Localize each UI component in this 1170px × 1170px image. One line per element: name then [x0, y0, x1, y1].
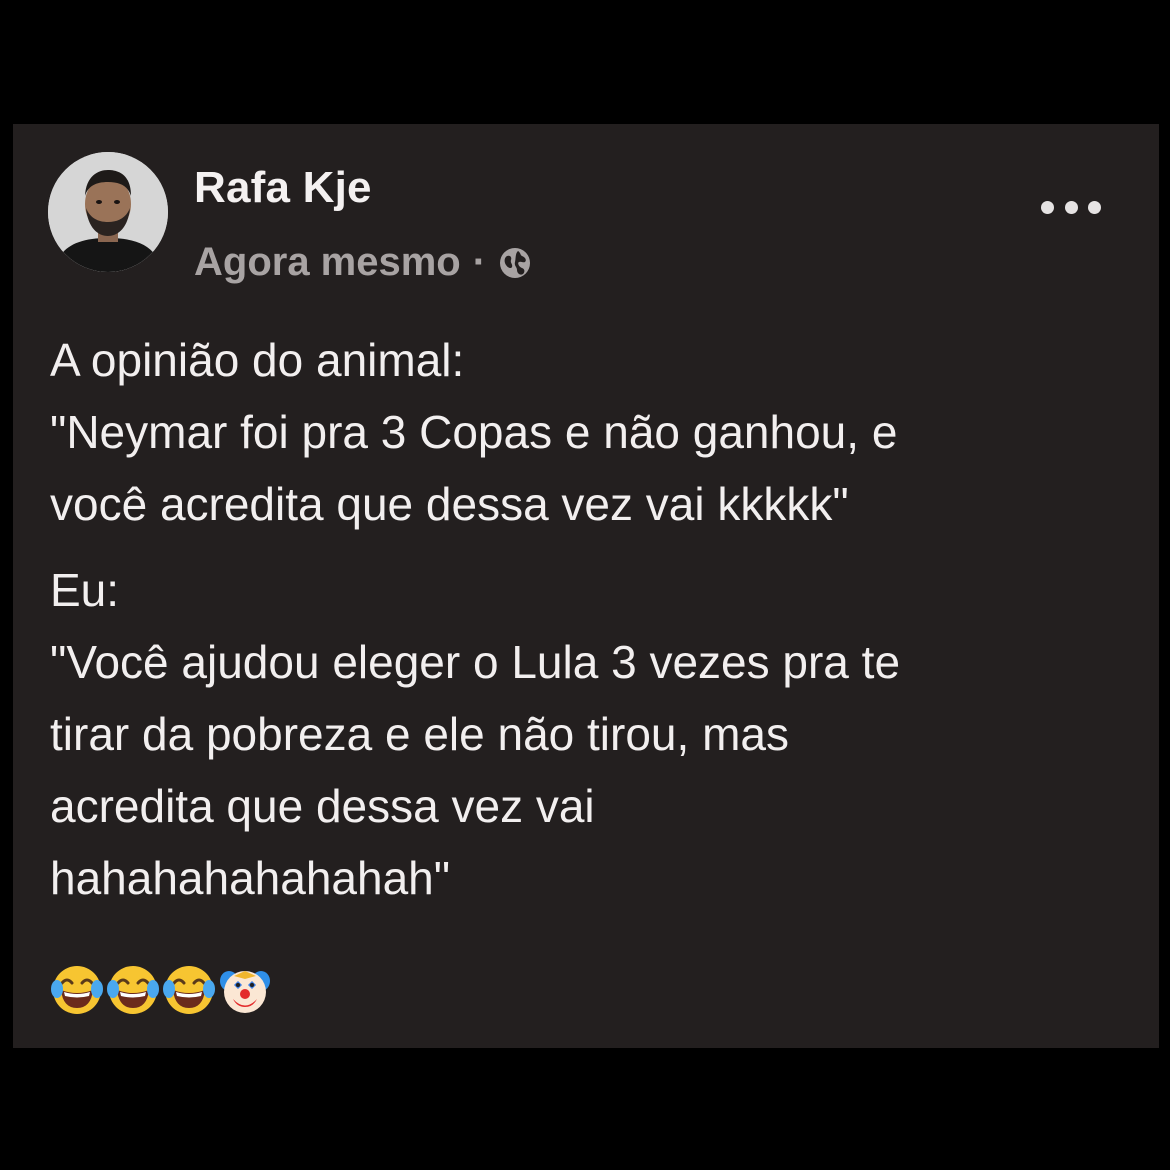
post-line: Eu:: [50, 564, 120, 616]
meta-separator: ·: [472, 239, 487, 284]
post-line: acredita que dessa vez vai: [50, 780, 595, 832]
post-card: Rafa Kje Agora mesmo · A opinião do anim…: [13, 124, 1159, 1048]
post-line: "Neymar foi pra 3 Copas e não ganhou, e: [50, 406, 898, 458]
more-options-button[interactable]: [1041, 194, 1101, 220]
more-horizontal-icon: [1041, 200, 1054, 214]
more-horizontal-icon-dot: [1064, 200, 1078, 214]
more-horizontal-icon-dot: [1088, 200, 1101, 214]
post-paragraph: A opinião do animal: "Neymar foi pra 3 C…: [50, 324, 1130, 540]
post-body: A opinião do animal: "Neymar foi pra 3 C…: [50, 324, 1130, 928]
post-paragraph: Eu: "Você ajudou eleger o Lula 3 vezes p…: [50, 554, 1130, 914]
avatar-photo: [48, 152, 168, 272]
post-timestamp[interactable]: Agora mesmo: [194, 240, 461, 285]
post-line: você acredita que dessa vez vai kkkkk": [50, 478, 849, 530]
post-line: tirar da pobreza e ele não tirou, mas: [50, 708, 789, 760]
tears-of-joy-emoji: [163, 966, 215, 1014]
avatar[interactable]: [48, 152, 168, 272]
post-meta: Agora mesmo ·: [194, 238, 532, 286]
clown-emoji: [220, 971, 270, 1013]
post-line: A opinião do animal:: [50, 334, 465, 386]
globe-icon[interactable]: [498, 245, 532, 279]
post-line: hahahahahahahah": [50, 852, 451, 904]
post-line: "Você ajudou eleger o Lula 3 vezes pra t…: [50, 636, 901, 688]
emoji-row: [50, 962, 272, 1018]
author-name[interactable]: Rafa Kje: [194, 162, 372, 214]
tears-of-joy-emoji: [107, 966, 159, 1014]
tears-of-joy-emoji: [51, 966, 103, 1014]
